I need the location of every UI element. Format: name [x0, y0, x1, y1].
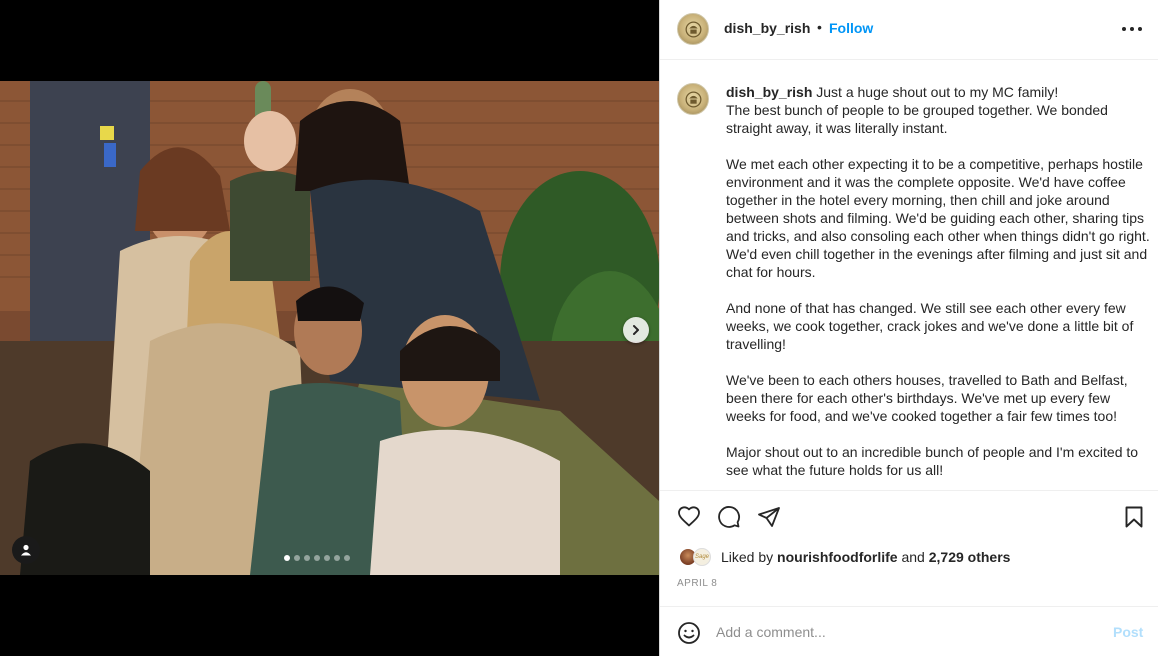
separator-dot: • — [817, 19, 822, 35]
chevron-right-icon — [633, 325, 639, 335]
carousel-dot — [304, 555, 310, 561]
post-photo[interactable] — [0, 81, 659, 575]
chef-logo-icon — [685, 21, 701, 37]
heart-icon — [678, 506, 700, 527]
save-button[interactable] — [1122, 505, 1148, 531]
likes-summary: Sage Liked by nourishfoodforlife and 2,7… — [677, 545, 1010, 569]
liked-by-user[interactable]: nourishfoodforlife — [777, 549, 898, 565]
carousel-dot — [324, 555, 330, 561]
bookmark-icon — [1125, 506, 1143, 528]
tagged-users-button[interactable] — [12, 536, 40, 564]
more-options-icon[interactable] — [1122, 20, 1142, 38]
comment-input[interactable] — [716, 622, 1096, 642]
action-bar — [660, 491, 1158, 543]
share-button[interactable] — [757, 505, 783, 531]
like-button[interactable] — [677, 505, 703, 531]
caption-paragraph: And none of that has changed. We still s… — [726, 300, 1138, 352]
comment-bar: Post — [660, 606, 1158, 656]
caption-username[interactable]: dish_by_rish — [726, 84, 812, 100]
carousel-dot — [334, 555, 340, 561]
send-icon — [758, 507, 780, 527]
post-caption: dish_by_rish Just a huge shout out to my… — [726, 83, 1150, 479]
caption-paragraph: The best bunch of people to be grouped t… — [726, 102, 1112, 136]
caption-area: dish_by_rish Just a huge shout out to my… — [660, 61, 1158, 491]
carousel-dot — [294, 555, 300, 561]
carousel-dot — [344, 555, 350, 561]
liked-by-others[interactable]: 2,729 others — [929, 549, 1011, 565]
avatar[interactable] — [677, 83, 709, 115]
post-comment-button[interactable]: Post — [1113, 624, 1143, 640]
carousel-indicator — [284, 555, 350, 561]
avatar[interactable] — [677, 13, 709, 45]
emoji-button[interactable] — [677, 621, 701, 645]
comment-icon — [718, 506, 740, 528]
carousel-dot — [284, 555, 290, 561]
post-media — [0, 0, 659, 656]
smiley-icon — [678, 622, 700, 644]
avatar[interactable]: Sage — [693, 548, 711, 566]
caption-paragraph: We've been to each others houses, travel… — [726, 372, 1132, 424]
caption-paragraph: Major shout out to an incredible bunch o… — [726, 444, 1142, 478]
comment-button[interactable] — [717, 505, 743, 531]
caption-paragraph: We met each other expecting it to be a c… — [726, 156, 1154, 280]
liked-by-conj: and — [901, 549, 925, 565]
post-header: dish_by_rish • Follow — [660, 0, 1158, 60]
post-date[interactable]: APRIL 8 — [677, 578, 717, 589]
next-image-button[interactable] — [623, 317, 649, 343]
user-tag-icon — [21, 544, 31, 556]
caption-first-line: Just a huge shout out to my MC family! — [816, 84, 1059, 100]
liked-by-avatars: Sage — [677, 546, 717, 568]
group-selfie-illustration — [0, 81, 659, 575]
post-side-panel: dish_by_rish • Follow dish_by_rish Just … — [659, 0, 1158, 656]
chef-logo-icon — [685, 91, 701, 107]
liked-by-prefix: Liked by — [721, 549, 774, 565]
header-username[interactable]: dish_by_rish — [724, 20, 810, 36]
follow-button[interactable]: Follow — [829, 20, 873, 36]
carousel-dot — [314, 555, 320, 561]
